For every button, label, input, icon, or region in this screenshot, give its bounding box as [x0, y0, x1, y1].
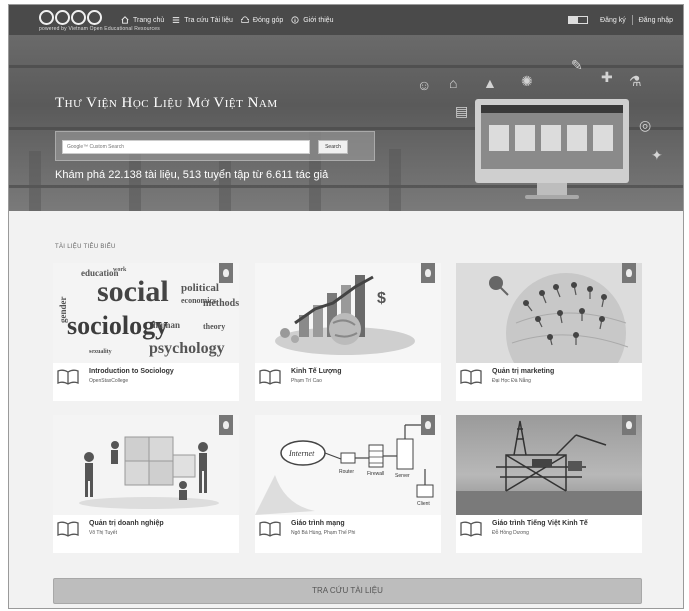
doc-cover-image	[53, 415, 239, 515]
doc-author: Đỗ Hồng Dương	[492, 530, 529, 536]
oil-rig-illustration	[456, 420, 642, 515]
building-icon: ⌂	[449, 75, 458, 91]
network-label: Router	[339, 469, 354, 475]
featured-heading: TÀI LIỆU TIÊU BIỂU	[55, 244, 116, 250]
nav-item-home[interactable]: Trang chủ	[121, 16, 164, 24]
doc-title[interactable]: Quản trị marketing	[492, 368, 554, 375]
open-book-icon	[57, 521, 79, 537]
compass-icon: ✦	[651, 147, 663, 163]
hero-banner: Thư Viện Học Liệu Mở Việt Nam Search Khá…	[9, 35, 683, 211]
network-label: Client	[417, 501, 430, 507]
open-book-icon	[57, 369, 79, 385]
word-cloud-word: sexuality	[89, 349, 112, 355]
open-book-icon	[259, 369, 281, 385]
globe-icon: ◎	[639, 117, 652, 133]
nav-label-contribute: Đóng góp	[252, 16, 284, 24]
doc-card[interactable]: Internet Router Firewall Server Client G…	[255, 415, 441, 553]
hero-title: Thư Viện Học Liệu Mở Việt Nam	[55, 95, 278, 111]
cloud-icon	[240, 16, 249, 23]
library-stats: Khám phá 22.138 tài liệu, 513 tuyển tập …	[55, 169, 329, 181]
logo-subtext: powered by Vietnam Open Educational Reso…	[39, 26, 160, 32]
flask-icon: ⚗	[629, 73, 642, 89]
doc-cover-image: $	[255, 263, 441, 363]
bookmark-icon[interactable]	[622, 415, 636, 435]
open-book-icon	[460, 369, 482, 385]
doc-card[interactable]: education gender social political sociol…	[53, 263, 239, 401]
doc-cover-image: education gender social political sociol…	[53, 263, 239, 363]
nav-item-contribute[interactable]: Đóng góp	[240, 16, 284, 24]
doc-author: Ngô Bá Hùng, Phạm Thế Phi	[291, 530, 356, 536]
browser-frame: powered by Vietnam Open Educational Reso…	[8, 4, 684, 609]
background-book	[29, 151, 41, 211]
browse-documents-button[interactable]: TRA CỨU TÀI LIỆU	[53, 578, 642, 604]
person-icon: ☺	[417, 77, 432, 93]
book-icon: ▤	[455, 103, 469, 119]
doc-author: Đại Học Đà Nẵng	[492, 378, 531, 384]
word-cloud-word: social	[97, 275, 169, 308]
doc-title[interactable]: Giáo trình mạng	[291, 520, 345, 527]
nav-item-about[interactable]: Giới thiệu	[291, 16, 334, 24]
doc-title[interactable]: Kinh Tế Lượng	[291, 368, 341, 375]
word-cloud-word: work	[113, 267, 127, 273]
graduation-cap-icon: ▲	[483, 75, 497, 91]
computer-monitor-illustration	[475, 99, 629, 199]
bookmark-icon[interactable]	[421, 415, 435, 435]
info-icon	[291, 16, 299, 24]
doc-cover-image	[456, 415, 642, 515]
network-label: Internet	[288, 449, 315, 458]
network-label: Server	[395, 473, 410, 479]
network-label: Firewall	[367, 471, 384, 477]
open-book-icon	[460, 521, 482, 537]
site-logo[interactable]: powered by Vietnam Open Educational Reso…	[39, 10, 160, 32]
word-cloud-word: human	[153, 320, 181, 330]
list-icon	[173, 17, 180, 23]
globe-pins-illustration	[489, 273, 629, 363]
doc-card[interactable]: $ Kinh Tế Lượng Phạm Trí Cao	[255, 263, 441, 401]
account-nav: Đăng ký Đăng nhập	[568, 5, 673, 35]
login-link[interactable]: Đăng nhập	[639, 17, 673, 24]
open-book-icon	[259, 521, 281, 537]
doc-card[interactable]: Quản trị marketing Đại Học Đà Nẵng	[456, 263, 642, 401]
home-icon	[121, 16, 129, 24]
search-button[interactable]: Search	[318, 140, 348, 154]
bookmark-icon[interactable]	[622, 263, 636, 283]
word-cloud-word: political	[181, 282, 219, 294]
language-toggle[interactable]	[568, 16, 589, 24]
svg-text:$: $	[377, 290, 386, 307]
economics-illustration: $	[275, 275, 415, 355]
bookmark-icon[interactable]	[219, 263, 233, 283]
doc-cover-image	[456, 263, 642, 363]
atom-icon: ✺	[521, 73, 533, 89]
pencil-icon: ✎	[571, 57, 583, 73]
doc-author: OpenStaxCollege	[89, 378, 129, 384]
nav-label-home: Trang chủ	[133, 16, 165, 24]
doc-author: Võ Thị Tuyết	[89, 530, 117, 536]
search-input[interactable]	[62, 140, 310, 154]
word-cloud-word: economics	[181, 296, 217, 305]
register-link[interactable]: Đăng ký	[600, 17, 626, 24]
doc-title[interactable]: Giáo trình Tiếng Việt Kinh Tế	[492, 520, 588, 527]
logo-rings	[39, 10, 105, 25]
puzzle-team-illustration	[79, 436, 219, 509]
nav-divider	[631, 15, 633, 25]
main-nav: Trang chủ Tra cứu Tài liệu Đóng góp Giới…	[121, 5, 334, 35]
doc-author: Phạm Trí Cao	[291, 378, 322, 384]
background-book	[389, 149, 401, 211]
doc-title[interactable]: Quản trị doanh nghiệp	[89, 520, 164, 527]
nav-label-about: Giới thiệu	[303, 16, 334, 24]
doc-card[interactable]: Quản trị doanh nghiệp Võ Thị Tuyết	[53, 415, 239, 553]
doc-card[interactable]: Giáo trình Tiếng Việt Kinh Tế Đỗ Hồng Dư…	[456, 415, 642, 553]
nav-item-search-docs[interactable]: Tra cứu Tài liệu	[172, 16, 233, 24]
bookmark-icon[interactable]	[219, 415, 233, 435]
doc-title[interactable]: Introduction to Sociology	[89, 368, 174, 375]
nav-label-search-docs: Tra cứu Tài liệu	[184, 16, 233, 24]
word-cloud-word: theory	[203, 322, 226, 331]
bookmark-icon[interactable]	[421, 263, 435, 283]
network-diagram-illustration: Internet Router Firewall Server Client	[255, 424, 434, 515]
top-navbar: powered by Vietnam Open Educational Reso…	[9, 5, 683, 35]
puzzle-icon: ✚	[601, 69, 613, 85]
search-panel: Search	[55, 131, 375, 161]
doc-cover-image: Internet Router Firewall Server Client	[255, 415, 441, 515]
word-cloud-word: psychology	[149, 340, 225, 357]
